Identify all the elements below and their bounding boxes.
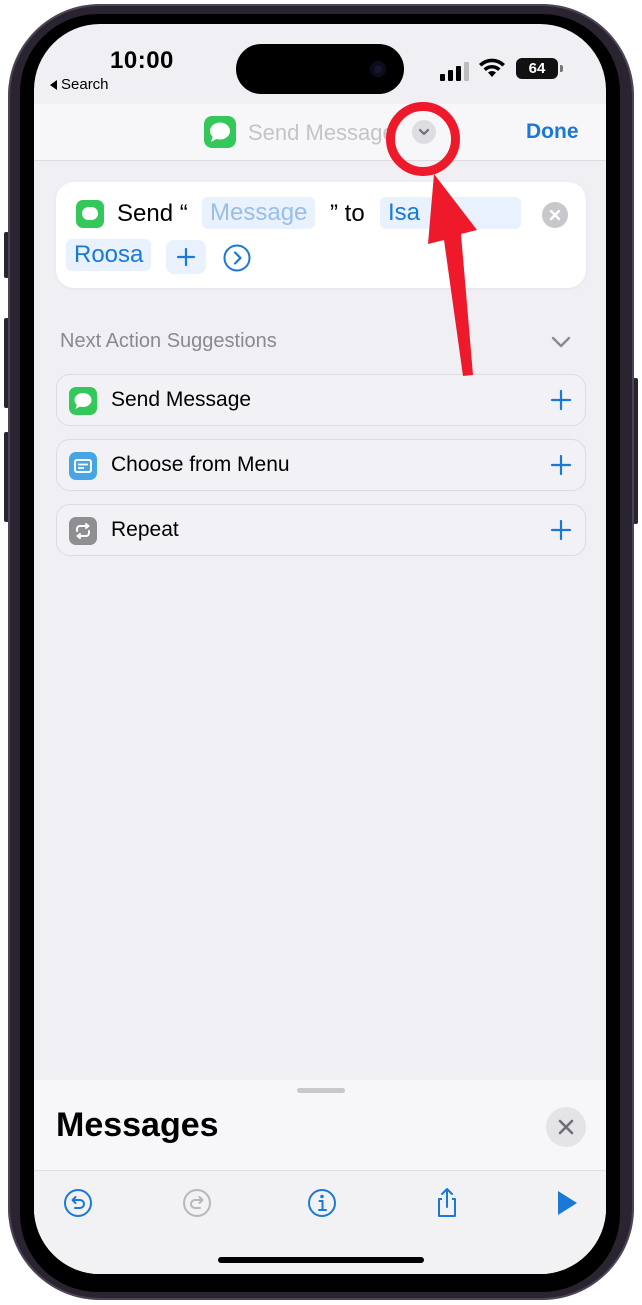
screen: 10:00 Search 64 Send Message Done Send “… xyxy=(34,24,606,1274)
messages-icon xyxy=(69,387,97,415)
redo-icon[interactable] xyxy=(179,1185,215,1221)
cellular-signal-icon xyxy=(440,62,469,81)
repeat-icon xyxy=(69,517,97,545)
app-bottom-sheet: Messages xyxy=(34,1080,606,1274)
messages-icon xyxy=(76,200,104,228)
dynamic-island xyxy=(236,44,404,94)
clear-recipient-icon[interactable] xyxy=(542,202,568,228)
back-arrow-icon xyxy=(50,79,57,90)
share-icon[interactable] xyxy=(429,1185,465,1221)
home-indicator xyxy=(218,1257,424,1263)
suggestion-choose-from-menu[interactable]: Choose from Menu xyxy=(56,439,586,491)
back-search-label: Search xyxy=(61,76,109,93)
wifi-icon xyxy=(479,58,505,77)
recipient-token-continued[interactable]: Roosa xyxy=(66,239,152,271)
status-time: 10:00 xyxy=(110,47,174,74)
expand-action-icon[interactable] xyxy=(222,243,252,273)
suggestion-label: Repeat xyxy=(111,518,179,541)
camera-icon xyxy=(370,61,386,77)
suggestion-label: Choose from Menu xyxy=(111,453,290,476)
next-action-suggestions-header: Next Action Suggestions xyxy=(60,330,277,352)
battery-tip xyxy=(560,65,563,72)
shortcut-title[interactable]: Send Message xyxy=(248,120,395,146)
add-icon[interactable] xyxy=(549,388,573,412)
undo-icon[interactable] xyxy=(60,1185,96,1221)
sheet-grabber[interactable] xyxy=(297,1088,345,1093)
message-field[interactable]: Message xyxy=(202,197,316,229)
menu-icon xyxy=(69,452,97,480)
annotation-circle xyxy=(386,102,460,176)
add-recipient-button[interactable] xyxy=(166,240,206,274)
send-message-action-card[interactable]: Send “ Message ” to Isa Roosa xyxy=(56,182,586,288)
add-icon[interactable] xyxy=(549,518,573,542)
done-button[interactable]: Done xyxy=(526,120,579,144)
battery-indicator: 64 xyxy=(516,58,558,79)
sheet-title: Messages xyxy=(56,1106,219,1144)
messages-icon xyxy=(204,116,236,148)
suggestion-repeat[interactable]: Repeat xyxy=(56,504,586,556)
close-sheet-button[interactable] xyxy=(546,1107,586,1147)
back-to-search-link[interactable]: Search xyxy=(50,76,109,93)
info-icon[interactable] xyxy=(304,1185,340,1221)
editor-header: Send Message Done xyxy=(34,104,606,161)
annotation-arrow xyxy=(428,174,477,376)
suggestion-send-message[interactable]: Send Message xyxy=(56,374,586,426)
action-verb: Send “ xyxy=(117,200,188,227)
add-icon[interactable] xyxy=(549,453,573,477)
action-to-label: ” to xyxy=(330,200,365,227)
suggestion-label: Send Message xyxy=(111,388,252,411)
play-icon[interactable] xyxy=(548,1185,584,1221)
collapse-suggestions-chevron-icon[interactable] xyxy=(548,330,574,354)
editor-toolbar xyxy=(34,1170,606,1274)
